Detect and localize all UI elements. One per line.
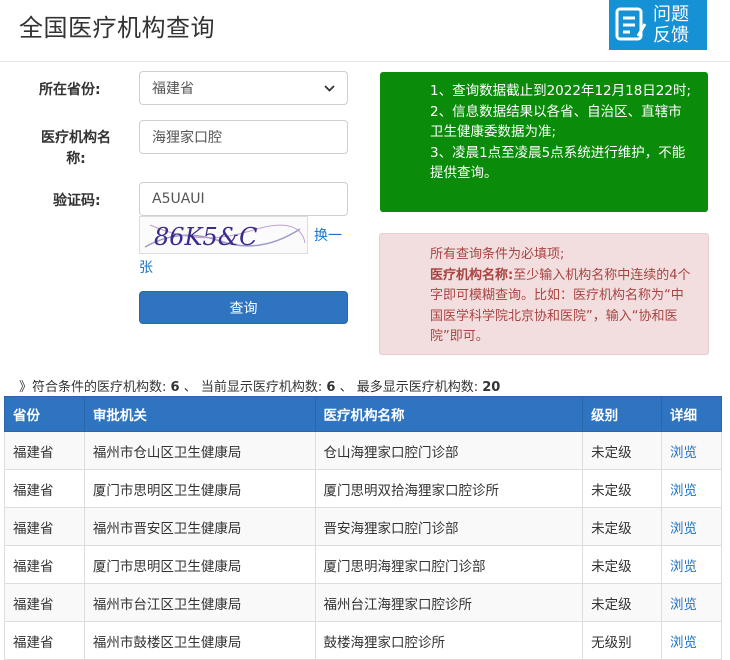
- province-select[interactable]: 福建省: [139, 71, 348, 105]
- notice-green-line2: 2、信息数据结果以各省、自治区、直辖市卫生健康委数据为准;: [430, 103, 682, 141]
- col-header-province: 省份: [4, 396, 85, 432]
- cell-province: 福建省: [4, 621, 85, 660]
- col-header-institution: 医疗机构名称: [314, 396, 584, 432]
- query-button[interactable]: 查询: [139, 291, 348, 324]
- cell-institution: 厦门思明海狸家口腔门诊部: [314, 545, 584, 584]
- summary-max: 20: [482, 380, 501, 395]
- feedback-button[interactable]: 问题 反馈: [609, 0, 707, 50]
- page-title: 全国医疗机构查询: [19, 14, 215, 42]
- table-row: 福建省 福州市鼓楼区卫生健康局 鼓楼海狸家口腔诊所 无级别 浏览: [4, 621, 722, 660]
- browse-link[interactable]: 浏览: [661, 469, 722, 508]
- cell-province: 福建省: [4, 507, 85, 546]
- summary-mid: 、 当前显示医疗机构数:: [183, 380, 323, 395]
- refresh-captcha-link[interactable]: 换一: [314, 225, 342, 245]
- cell-province: 福建省: [4, 583, 85, 622]
- cell-authority: 厦门市思明区卫生健康局: [83, 469, 316, 508]
- result-summary: 》符合条件的医疗机构数: 6 、 当前显示医疗机构数: 6 、 最多显示医疗机构…: [19, 376, 500, 395]
- header-divider: [0, 61, 730, 62]
- cell-authority: 福州市鼓楼区卫生健康局: [83, 621, 316, 660]
- browse-link[interactable]: 浏览: [661, 431, 722, 470]
- browse-link[interactable]: 浏览: [661, 583, 722, 622]
- cell-level: 无级别: [582, 621, 663, 660]
- cell-institution: 厦门思明双拾海狸家口腔诊所: [314, 469, 584, 508]
- cell-province: 福建省: [4, 545, 85, 584]
- feedback-icon: [609, 0, 653, 50]
- table-row: 福建省 福州市仓山区卫生健康局 仓山海狸家口腔门诊部 未定级 浏览: [4, 431, 722, 470]
- cell-level: 未定级: [582, 431, 663, 470]
- refresh-captcha-link-cont[interactable]: 张: [139, 257, 153, 277]
- institution-name-label-line2: 称:: [66, 151, 86, 167]
- province-label: 所在省份:: [39, 82, 101, 98]
- notice-green: 1、查询数据截止到2022年12月18日22时; 2、信息数据结果以各省、自治区…: [380, 72, 708, 212]
- institution-name-label: 医疗机构名 称:: [39, 128, 113, 170]
- summary-prefix: 》符合条件的医疗机构数:: [19, 380, 167, 395]
- col-header-detail: 详细: [661, 396, 722, 432]
- institution-name-input[interactable]: 海狸家口腔: [139, 120, 348, 154]
- browse-link[interactable]: 浏览: [661, 621, 722, 660]
- cell-institution: 鼓楼海狸家口腔诊所: [314, 621, 584, 660]
- notice-red-line1: 所有查询条件为必填项;: [430, 247, 565, 262]
- table-row: 福建省 福州市晋安区卫生健康局 晋安海狸家口腔门诊部 未定级 浏览: [4, 507, 722, 546]
- cell-authority: 福州市台江区卫生健康局: [83, 583, 316, 622]
- institution-name-label-line1: 医疗机构名: [41, 130, 111, 146]
- table-header-row: 省份 审批机关 医疗机构名称 级别 详细: [4, 396, 722, 432]
- captcha-input[interactable]: A5UAUI: [139, 182, 348, 216]
- cell-level: 未定级: [582, 469, 663, 508]
- notice-red: 所有查询条件为必填项; 医疗机构名称:至少输入机构名称中连续的4个字即可模糊查询…: [379, 233, 709, 355]
- cell-institution: 晋安海狸家口腔门诊部: [314, 507, 584, 546]
- chevron-down-icon: [324, 82, 335, 95]
- notice-green-line1: 1、查询数据截止到2022年12月18日22时;: [430, 83, 692, 99]
- captcha-chars: 86K5&C: [154, 223, 257, 251]
- cell-level: 未定级: [582, 583, 663, 622]
- cell-level: 未定级: [582, 507, 663, 546]
- province-value: 福建省: [152, 81, 194, 97]
- feedback-label-1: 问题: [653, 4, 689, 25]
- table-row: 福建省 厦门市思明区卫生健康局 厦门思明海狸家口腔门诊部 未定级 浏览: [4, 545, 722, 584]
- summary-matched: 6: [170, 380, 180, 395]
- notice-red-strong: 医疗机构名称:: [430, 267, 514, 283]
- table-row: 福建省 厦门市思明区卫生健康局 厦门思明双拾海狸家口腔诊所 未定级 浏览: [4, 469, 722, 508]
- captcha-label: 验证码:: [53, 193, 101, 209]
- cell-province: 福建省: [4, 469, 85, 508]
- cell-institution: 福州台江海狸家口腔诊所: [314, 583, 584, 622]
- captcha-image[interactable]: 86K5&C: [139, 216, 308, 254]
- browse-link[interactable]: 浏览: [661, 507, 722, 546]
- summary-shown: 6: [326, 380, 336, 395]
- cell-province: 福建省: [4, 431, 85, 470]
- cell-institution: 仓山海狸家口腔门诊部: [314, 431, 584, 470]
- browse-link[interactable]: 浏览: [661, 545, 722, 584]
- summary-mid2: 、 最多显示医疗机构数:: [339, 380, 479, 395]
- col-header-authority: 审批机关: [83, 396, 316, 432]
- notice-green-line3: 3、凌晨1点至凌晨5点系统进行维护，不能提供查询。: [430, 144, 686, 182]
- feedback-label-2: 反馈: [653, 25, 689, 46]
- cell-authority: 福州市晋安区卫生健康局: [83, 507, 316, 546]
- cell-level: 未定级: [582, 545, 663, 584]
- col-header-level: 级别: [582, 396, 663, 432]
- results-table: 省份 审批机关 医疗机构名称 级别 详细 福建省 福州市仓山区卫生健康局 仓山海…: [4, 396, 722, 660]
- cell-authority: 福州市仓山区卫生健康局: [83, 431, 316, 470]
- cell-authority: 厦门市思明区卫生健康局: [83, 545, 316, 584]
- table-row: 福建省 福州市台江区卫生健康局 福州台江海狸家口腔诊所 未定级 浏览: [4, 583, 722, 622]
